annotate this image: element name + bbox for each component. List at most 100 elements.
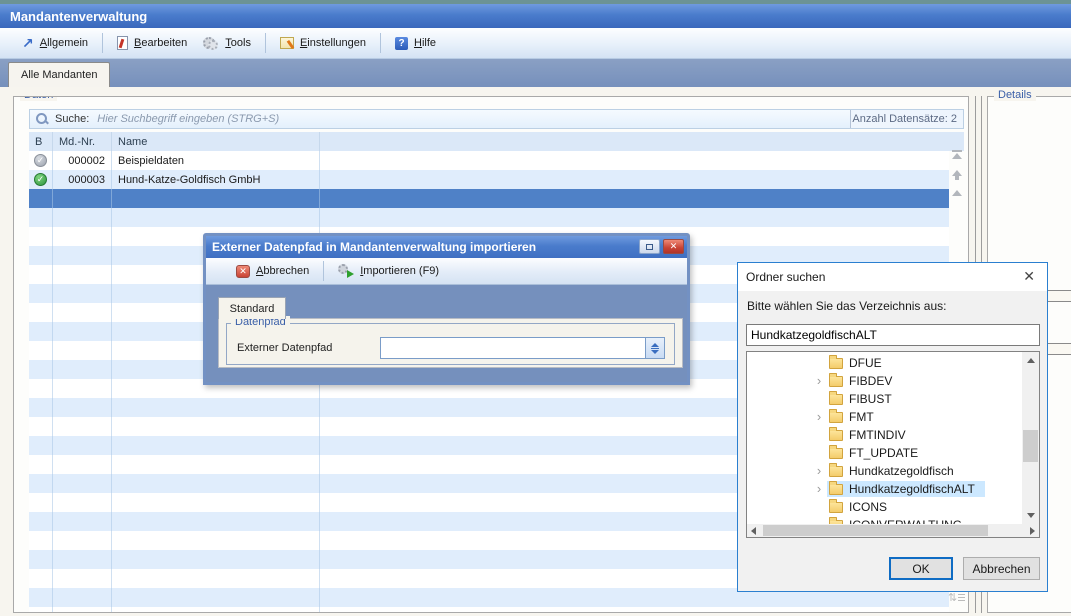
close-icon: ✕ [670, 241, 678, 252]
chevron-right-icon[interactable]: › [811, 409, 827, 425]
folder-icon [829, 394, 843, 405]
search-label: Suche: [55, 113, 89, 125]
abbrechen-label: Abbrechen [256, 265, 309, 277]
scroll-left-icon[interactable] [751, 527, 756, 535]
scroll-right-icon[interactable] [1030, 527, 1035, 535]
folder-tree-rows: DFUE›FIBDEVFIBUST›FMTFMTINDIVFT_UPDATE›H… [747, 354, 1022, 524]
folder-icon [829, 412, 843, 423]
table-row[interactable]: 000002Beispieldaten [29, 151, 949, 170]
menubar: ↗ Allgemein Bearbeiten Tools Einstellung… [0, 28, 1071, 59]
folder-tree: DFUE›FIBDEVFIBUST›FMTFMTINDIVFT_UPDATE›H… [746, 351, 1040, 538]
externer-datenpfad-label: Externer Datenpfad [237, 342, 332, 354]
import-gear-icon [338, 264, 354, 278]
menu-allgemein[interactable]: ↗ Allgemein [14, 33, 96, 53]
abbrechen-button[interactable]: ✕ Abbrechen [228, 262, 317, 281]
tree-item-label: FMTINDIV [849, 428, 906, 442]
chevron-right-icon[interactable]: › [811, 481, 827, 497]
table-row[interactable]: 000003Hund-Katze-Goldfisch GmbH [29, 170, 949, 189]
table-header[interactable]: B Md.-Nr. Name [29, 132, 964, 151]
sort-filter-icon[interactable]: ⇅ [948, 591, 965, 604]
tree-item[interactable]: DFUE [747, 354, 1022, 372]
goto-first-icon[interactable] [951, 150, 963, 162]
column-header-name[interactable]: Name [112, 132, 320, 151]
tree-item-label: FT_UPDATE [849, 446, 918, 460]
vertical-scroll-thumb[interactable] [1023, 430, 1038, 462]
column-header-empty [320, 132, 964, 151]
table-row[interactable] [29, 208, 949, 227]
tree-item[interactable]: FT_UPDATE [747, 444, 1022, 462]
table-row-selected[interactable] [29, 189, 949, 208]
folder-icon [829, 358, 843, 369]
cell-name: Hund-Katze-Goldfisch GmbH [112, 170, 320, 189]
restore-icon [646, 244, 653, 250]
import-dialog-titlebar[interactable]: Externer Datenpfad in Mandantenverwaltun… [206, 236, 687, 258]
tab-standard[interactable]: Standard [218, 297, 286, 319]
menu-label: Hilfe [414, 37, 436, 49]
tree-item[interactable]: ICONVERWALTUNG [747, 516, 1022, 524]
horizontal-scroll-thumb[interactable] [763, 525, 988, 536]
restore-button[interactable] [639, 239, 660, 254]
tab-alle-mandanten[interactable]: Alle Mandanten [8, 62, 110, 87]
cell-md-nr: 000002 [53, 151, 112, 170]
column-header-b[interactable]: B [29, 132, 53, 151]
menu-einstellungen[interactable]: Einstellungen [272, 33, 374, 53]
cancel-button[interactable]: Abbrechen [963, 557, 1040, 580]
horizontal-scrollbar[interactable] [747, 524, 1039, 537]
import-dialog-toolbar: ✕ Abbrechen Importieren (F9) [206, 258, 687, 285]
tree-item[interactable]: › FMT [747, 408, 1022, 426]
main-titlebar[interactable]: Mandantenverwaltung [0, 4, 1071, 28]
menu-label: Tools [225, 37, 251, 49]
chevron-right-icon[interactable]: › [811, 463, 827, 479]
folder-prompt: Bitte wählen Sie das Verzeichnis aus: [747, 299, 946, 313]
vertical-scrollbar[interactable] [1022, 352, 1039, 524]
folder-icon [829, 376, 843, 387]
scroll-down-icon[interactable] [1027, 513, 1035, 518]
search-icon [35, 112, 49, 126]
gears-icon [203, 36, 219, 50]
tree-item-label: Hundkatzegoldfisch [849, 464, 954, 478]
search-input[interactable] [97, 113, 850, 125]
folder-dialog: Ordner suchen ✕ Bitte wählen Sie das Ver… [737, 262, 1048, 592]
import-dialog-title: Externer Datenpfad in Mandantenverwaltun… [212, 240, 536, 254]
spinner-down-icon [651, 350, 659, 354]
tab-band: Alle Mandanten [0, 59, 1071, 87]
folder-icon [829, 484, 843, 495]
externer-datenpfad-input[interactable] [381, 338, 645, 358]
scroll-up-icon[interactable] [1027, 358, 1035, 363]
cell-md-nr: 000003 [53, 170, 112, 189]
folder-path-box [746, 324, 1040, 346]
standard-panel: Datenpfad Externer Datenpfad [218, 318, 683, 368]
close-button[interactable]: ✕ [663, 239, 684, 254]
cancel-x-icon: ✕ [236, 265, 250, 278]
folder-dialog-titlebar[interactable]: Ordner suchen [738, 263, 1047, 291]
importieren-button[interactable]: Importieren (F9) [330, 261, 447, 281]
help-icon: ? [395, 37, 408, 50]
table-row[interactable] [29, 607, 949, 613]
folder-icon [829, 430, 843, 441]
check-gray-icon [34, 154, 47, 167]
path-spinner-button[interactable] [645, 338, 664, 358]
column-header-mdnr[interactable]: Md.-Nr. [53, 132, 112, 151]
arrow-up-right-icon: ↗ [22, 37, 34, 49]
folder-path-input[interactable] [747, 325, 1039, 345]
tree-item[interactable]: FIBUST [747, 390, 1022, 408]
tree-item[interactable]: › Hundkatzegoldfisch [747, 462, 1022, 480]
tree-item-label: FMT [849, 410, 874, 424]
grid-nav-column [951, 150, 965, 210]
tree-item[interactable]: FMTINDIV [747, 426, 1022, 444]
menu-hilfe[interactable]: ? Hilfe [387, 33, 444, 54]
menu-tools[interactable]: Tools [195, 32, 259, 54]
page-up-icon[interactable] [951, 170, 963, 182]
chevron-right-icon[interactable]: › [811, 373, 827, 389]
menu-bearbeiten[interactable]: Bearbeiten [109, 32, 195, 54]
tree-item[interactable]: ›FIBDEV [747, 372, 1022, 390]
row-up-icon[interactable] [951, 190, 963, 202]
tree-item[interactable]: ICONS [747, 498, 1022, 516]
tree-item-selected[interactable]: ›HundkatzegoldfischALT [747, 480, 1022, 498]
settings-form-icon [280, 37, 294, 49]
importieren-label: Importieren (F9) [360, 265, 439, 277]
window-title: Mandantenverwaltung [10, 9, 147, 24]
tree-item-label: FIBUST [849, 392, 892, 406]
close-icon[interactable]: ✕ [1023, 269, 1035, 283]
ok-button[interactable]: OK [889, 557, 953, 580]
